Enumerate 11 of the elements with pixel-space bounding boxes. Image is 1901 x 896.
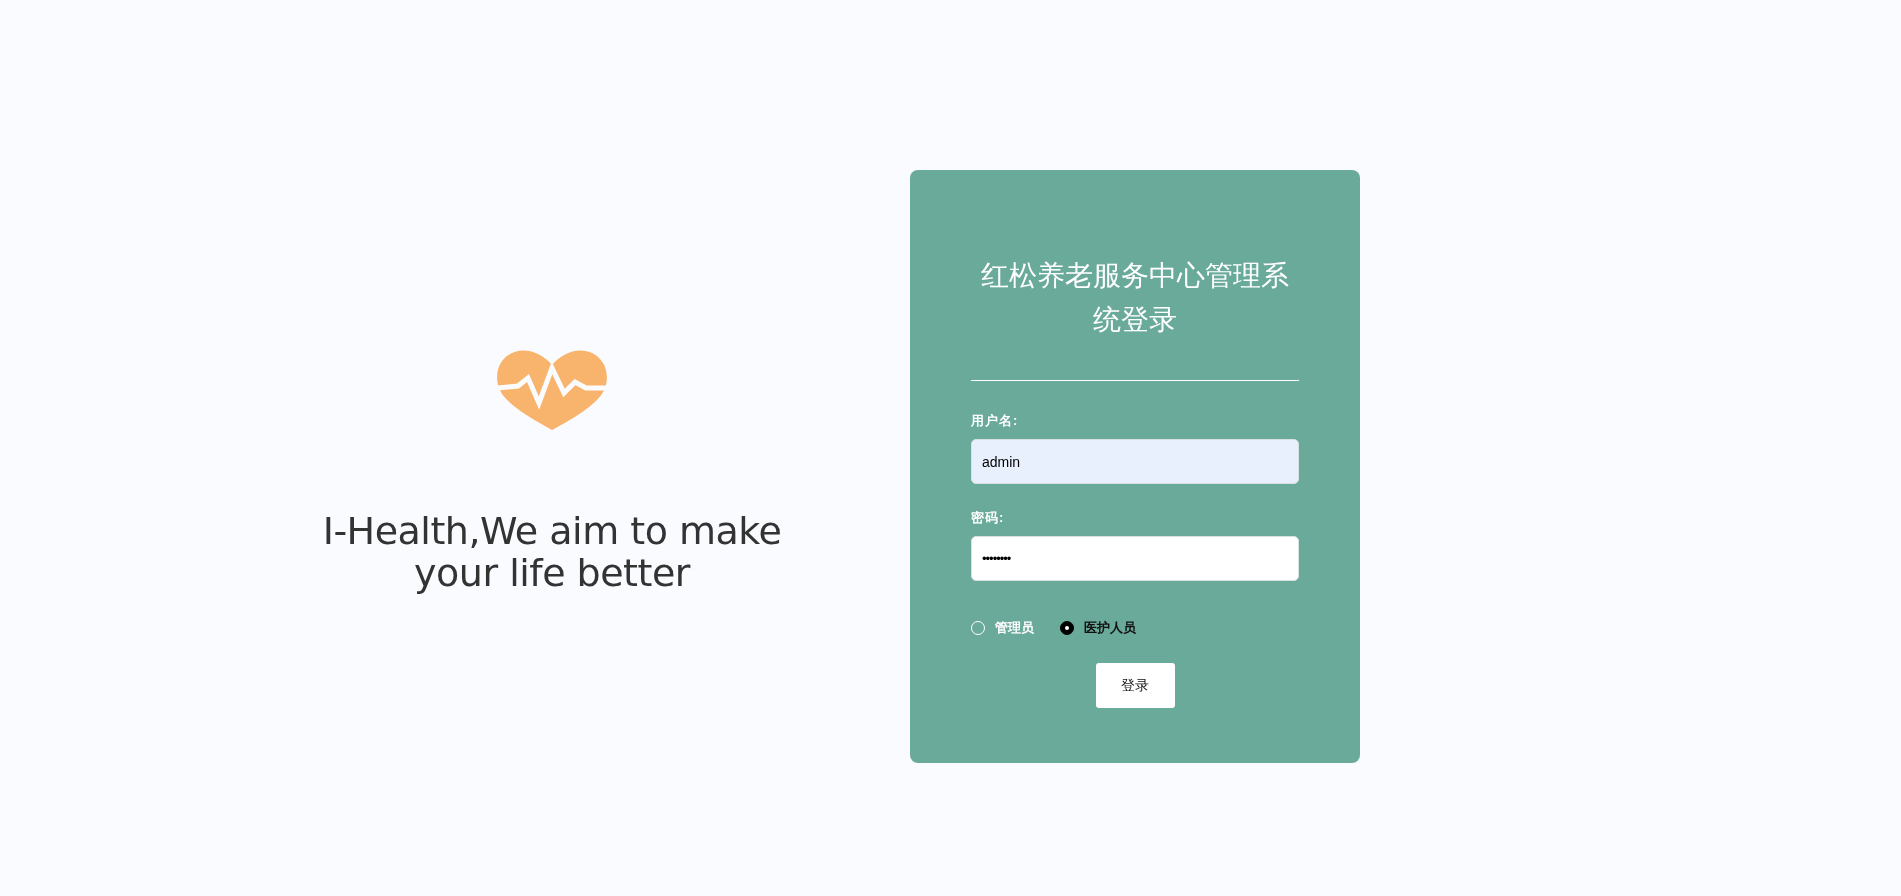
login-title: 红松养老服务中心管理系统登录 — [980, 259, 1290, 337]
heartbeat-icon — [496, 347, 608, 430]
radio-button[interactable] — [1060, 621, 1074, 635]
username-field[interactable]: admin — [971, 439, 1299, 484]
radio-label: 医护人员 — [1084, 619, 1136, 637]
field-label: 密码: — [971, 510, 1005, 526]
login-button[interactable]: 登录 — [1095, 663, 1175, 708]
password-field[interactable]: •••••••• — [971, 536, 1299, 581]
field-label: 用户名: — [971, 413, 1019, 429]
radio-label: 管理员 — [995, 619, 1034, 637]
tagline: I-Health,We aim to make your life better — [321, 509, 783, 594]
